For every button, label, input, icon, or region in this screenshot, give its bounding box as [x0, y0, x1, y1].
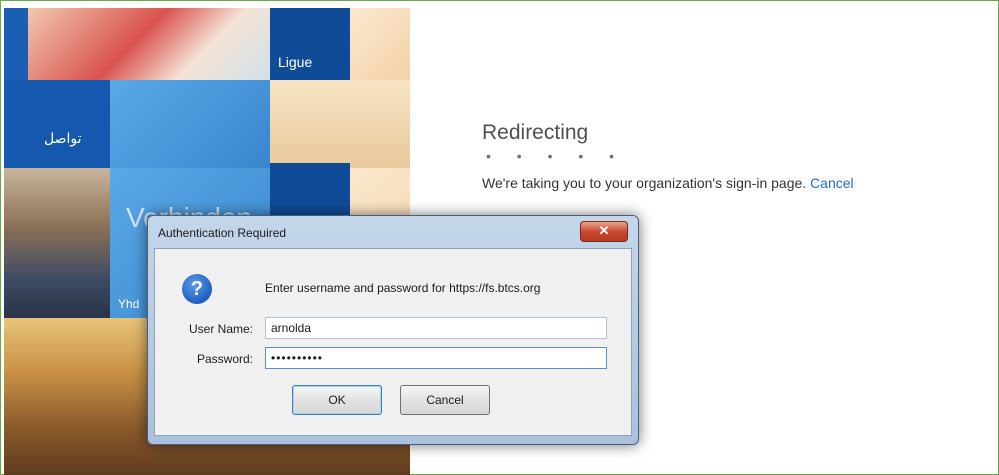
redirect-title: Redirecting	[482, 121, 589, 144]
tile-arabic: تواصل	[4, 80, 110, 168]
photo-tile-family	[28, 8, 270, 80]
password-label: Password:	[196, 352, 253, 366]
tile-label-arabic: تواصل	[44, 130, 82, 146]
authentication-dialog: Authentication Required ✕ ? Enter userna…	[147, 215, 639, 445]
username-field[interactable]	[265, 317, 607, 339]
ok-button[interactable]: OK	[292, 385, 382, 415]
dialog-title: Authentication Required	[158, 226, 287, 240]
close-button[interactable]: ✕	[580, 221, 628, 242]
tile-sky	[110, 80, 270, 168]
cancel-link[interactable]: Cancel	[810, 175, 854, 191]
tile-ligue: Ligue	[270, 8, 350, 80]
tile-sand	[270, 80, 410, 168]
photo-tile-man	[4, 168, 110, 318]
tile-peach	[350, 8, 410, 80]
tile-label-ligue: Ligue	[278, 54, 313, 70]
dialog-prompt: Enter username and password for https://…	[265, 281, 541, 295]
password-field[interactable]	[265, 347, 607, 369]
dialog-body: ? Enter username and password for https:…	[154, 248, 632, 436]
redirect-message-text: We're taking you to your organization's …	[482, 175, 807, 191]
redirect-message: We're taking you to your organization's …	[482, 175, 854, 191]
tile-label-small: Yhd	[118, 297, 140, 311]
username-label: User Name:	[188, 322, 253, 336]
question-icon: ?	[182, 274, 212, 304]
progress-dots: • • • • •	[486, 148, 626, 164]
cancel-button[interactable]: Cancel	[400, 385, 490, 415]
